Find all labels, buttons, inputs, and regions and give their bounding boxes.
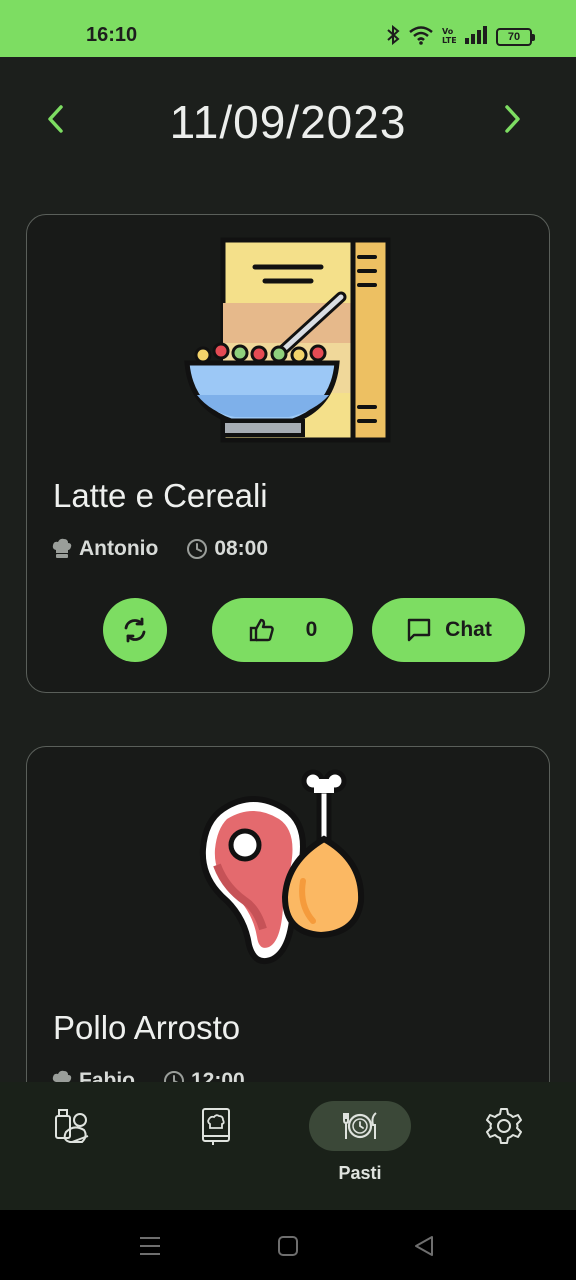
meal-image [27,769,549,979]
recipe-book-icon [202,1108,230,1145]
time-value: 12:00 [191,1069,245,1082]
meal-plate-icon [343,1112,377,1139]
meal-title: Latte e Cereali [53,477,268,514]
back-icon[interactable] [410,1232,438,1260]
cook-name: Antonio [79,537,159,560]
clock-icon [164,1071,184,1082]
chat-icon [407,618,431,642]
meal-meta: Fabio 12:00 [51,1069,245,1082]
nav-label: Pasti [338,1163,382,1183]
status-icons: Vo LTE 70 [386,24,535,50]
chevron-right-icon [505,105,520,133]
nav-item-groceries[interactable] [0,1082,144,1210]
refresh-icon [124,617,146,643]
meal-card: Pollo Arrosto Fabio 12:00 [26,746,550,1082]
meal-time: 08:00 [186,537,268,561]
chef-hat-icon [52,1070,72,1082]
groceries-icon [55,1109,89,1143]
cook-name: Fabio [79,1069,135,1082]
battery-icon: 70 [496,28,535,46]
meal-title: Pollo Arrosto [53,1009,241,1046]
system-navigation-bar [0,1210,576,1280]
status-time: 16:10 [86,24,138,46]
meal-meta: Antonio 08:00 [51,537,268,561]
volte-icon: Vo LTE [442,25,457,50]
clock-icon [187,539,208,559]
meat-chicken-icon [199,769,365,965]
svg-text:LTE: LTE [442,36,456,45]
chef-hat-icon [52,538,72,558]
time-value: 08:00 [214,537,269,560]
nav-item-recipes[interactable] [144,1082,288,1210]
next-day-button[interactable] [488,95,536,143]
home-icon[interactable] [274,1232,302,1260]
meal-image [27,235,549,445]
meal-card: Latte e Cereali Antonio 08:00 0 Chat [26,214,550,693]
svg-text:Vo: Vo [442,27,454,36]
swap-meal-button[interactable] [103,598,167,662]
wifi-icon [408,25,434,50]
meal-list[interactable]: Latte e Cereali Antonio 08:00 0 Chat Pol… [0,197,576,1082]
like-button[interactable]: 0 [212,598,353,662]
status-bar: 16:10 Vo LTE 70 [0,0,576,57]
nav-item-settings[interactable] [432,1082,576,1210]
bottom-navigation: Pasti [0,1082,576,1210]
chat-label: Chat [445,618,492,641]
cereal-bowl-icon [184,237,391,443]
bluetooth-icon [386,24,400,50]
nav-item-meals[interactable]: Pasti [288,1082,432,1210]
signal-icon [464,25,488,49]
meal-cook: Fabio [51,1069,135,1082]
meal-cook: Antonio [51,537,158,561]
thumbs-up-icon [249,618,274,642]
menu-icon[interactable] [136,1232,164,1260]
like-count: 0 [305,618,318,641]
chat-button[interactable]: Chat [372,598,525,662]
date-header: 11/09/2023 [0,57,576,197]
gear-icon [486,1108,522,1144]
meal-time: 12:00 [163,1069,245,1082]
